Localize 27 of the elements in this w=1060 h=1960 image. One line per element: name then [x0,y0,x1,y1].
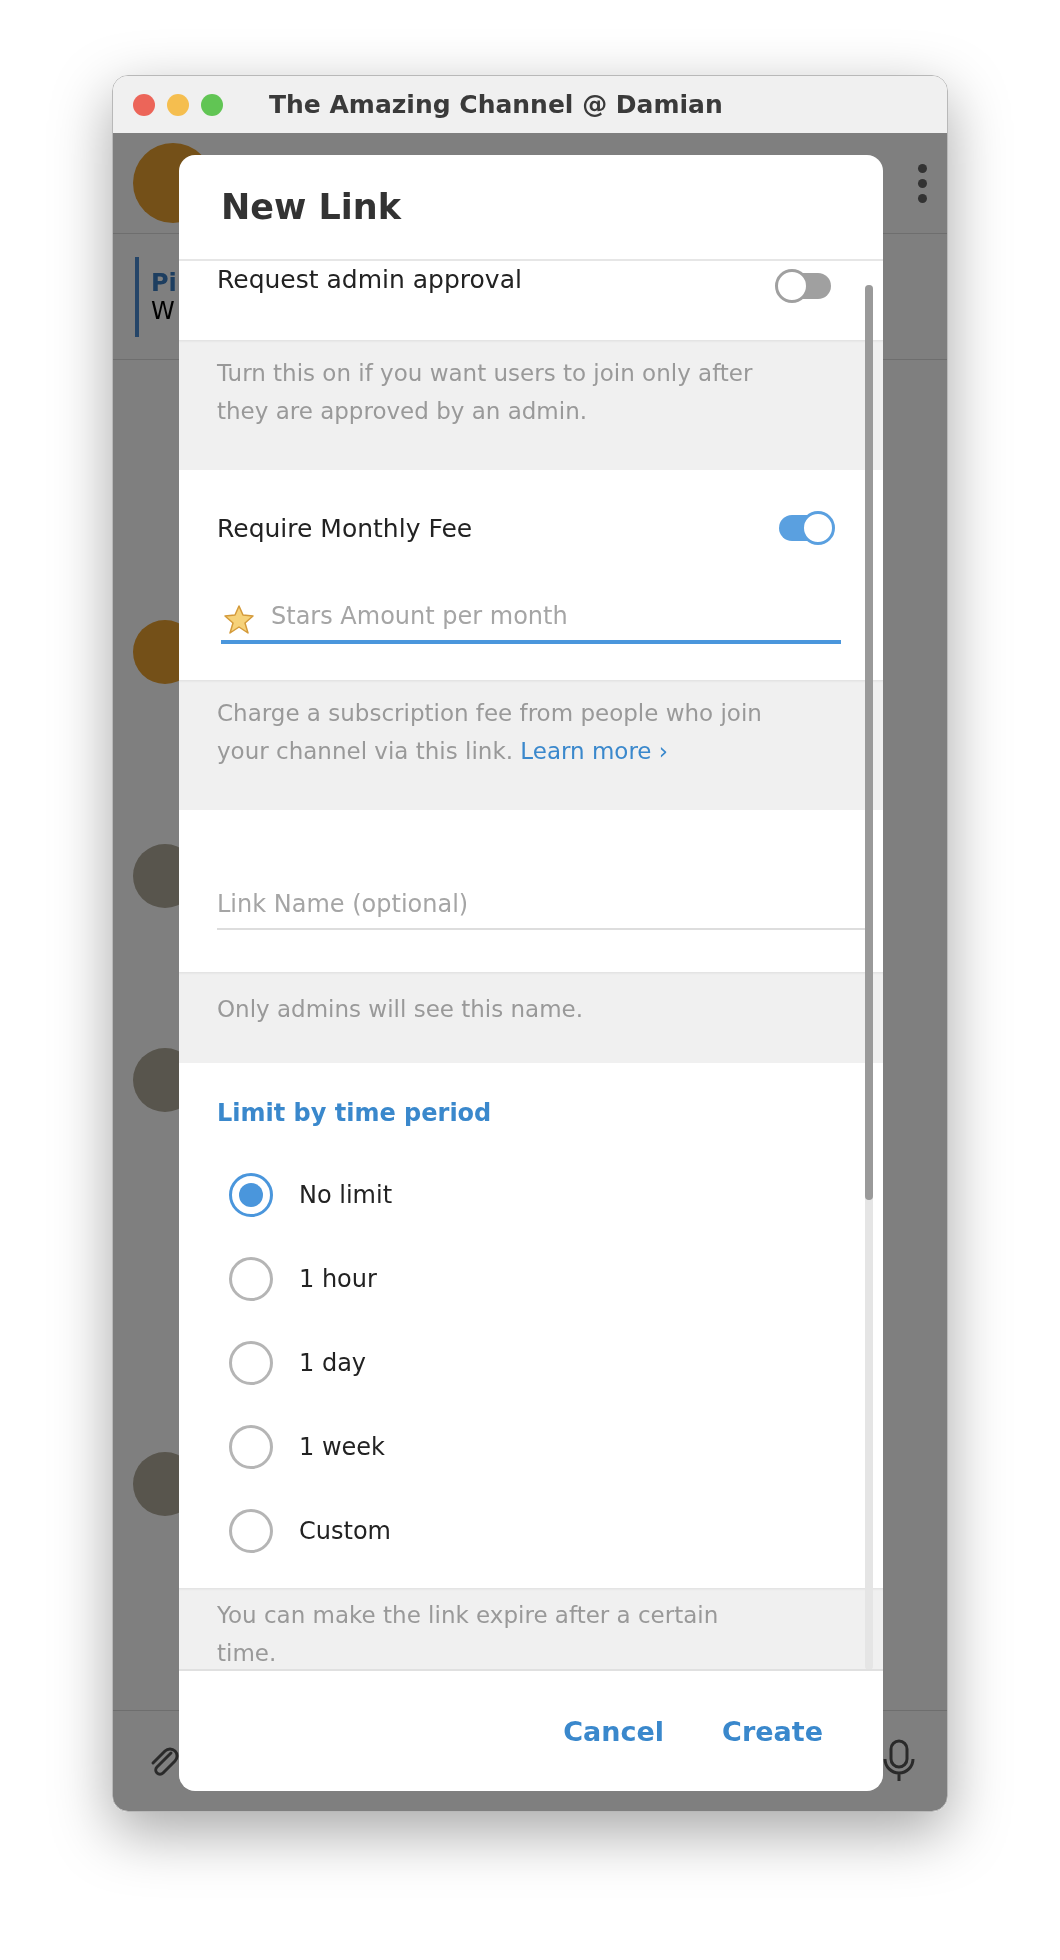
close-button[interactable] [133,93,155,116]
pinned-title: Pi [151,268,177,297]
dialog-button[interactable]: Create [718,1707,827,1755]
hint-text: You can make the link expire after a certain time. [179,1588,883,1669]
hint-text: Only admins will see this name. [179,972,883,1063]
pinned-text: W [151,296,176,325]
radio-button[interactable] [229,1257,273,1301]
dialog-title: New Link [221,187,402,227]
setting-label: Request admin approval [217,265,522,294]
window-title: The Amazing Channel @ Damian [269,90,723,119]
more-icon[interactable] [918,163,927,203]
dialog-button[interactable]: Cancel [559,1707,669,1755]
minimize-button[interactable] [167,93,189,116]
radio-button[interactable] [229,1341,273,1385]
hint-text: Turn this on if you want users to join only after they are approved by an admin. [179,340,883,470]
setting-label: Require Monthly Fee [217,513,473,543]
radio-button[interactable] [229,1425,273,1469]
link-name-field[interactable]: Link Name (optional) [217,890,865,930]
microphone-icon[interactable] [881,1739,917,1783]
hint-text: Charge a subscription fee from people who join your channel via this link. Learn more › [179,680,883,810]
star-icon [223,604,255,636]
zoom-button[interactable] [201,93,223,116]
section-header: Limit by time period [216,1098,493,1129]
radio-button[interactable] [229,1509,273,1553]
radio-button[interactable] [229,1173,273,1217]
scrollbar-thumb[interactable] [865,285,873,1200]
stars-amount-field[interactable]: Stars Amount per month [221,602,841,644]
